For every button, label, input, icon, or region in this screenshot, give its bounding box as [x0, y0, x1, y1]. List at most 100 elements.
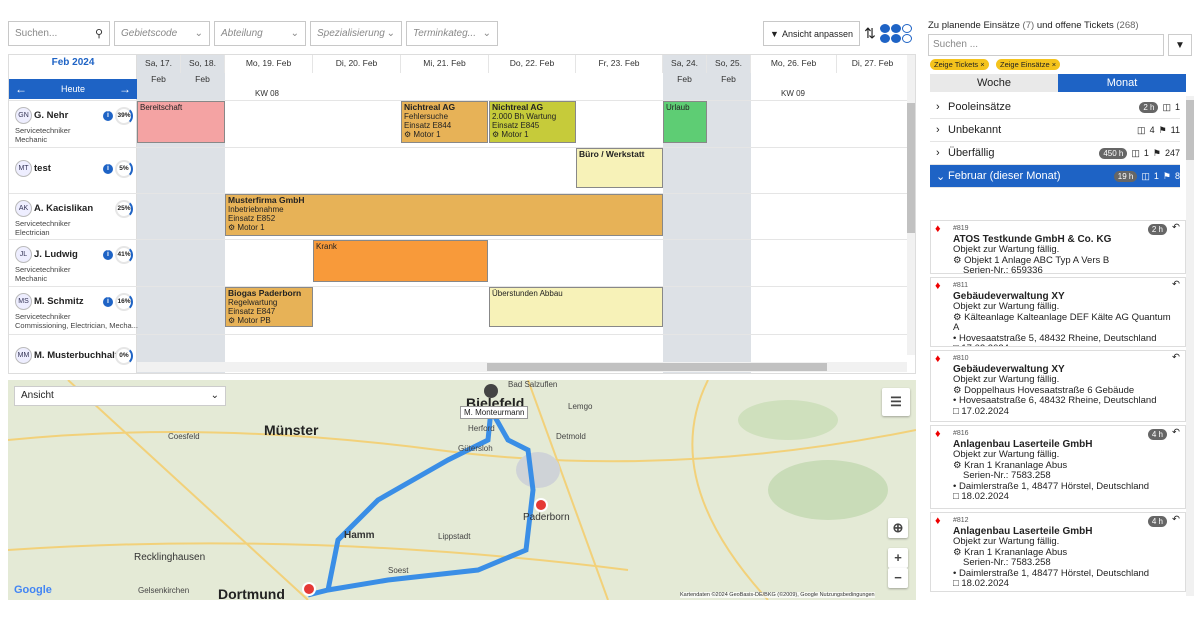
event-bereitschaft[interactable]: Bereitschaft: [137, 101, 225, 143]
event-buero[interactable]: Büro / Werkstatt: [576, 148, 663, 188]
employee-info[interactable]: JL J. Ludwig Servicetechniker Mechanic: [15, 246, 78, 283]
info-icon[interactable]: i: [103, 164, 113, 174]
specialization-label: Spezialisierung: [317, 28, 385, 39]
map-view[interactable]: Ansicht ⌄ Münster Bielefeld Dortmund Hamm…: [8, 380, 916, 600]
employee-info[interactable]: GN G. Nehr Servicetechniker Mechanic: [15, 107, 70, 144]
event-title: Überstunden Abbau: [492, 289, 563, 298]
technician-marker-icon[interactable]: [484, 384, 498, 398]
panel-scrollbar[interactable]: [1186, 96, 1194, 596]
undo-icon[interactable]: ↶: [1172, 514, 1180, 526]
info-icon[interactable]: i: [103, 111, 113, 121]
filter-icon[interactable]: ▼: [1168, 34, 1192, 56]
section-header[interactable]: ⌄ Februar (dieser Monat) 19 h ◫ 1 ⚑ 8: [930, 165, 1180, 188]
ticket-address-label: Daimlerstraße 1, 48477 Hörstel, Deutschl…: [958, 567, 1150, 579]
employee-role: Servicetechniker: [15, 126, 71, 135]
event-biogas[interactable]: Biogas Paderborn Regelwartung Einsatz E847…: [225, 287, 313, 327]
avatar: JL: [15, 246, 32, 263]
gear-icon: ⚙: [228, 223, 236, 232]
location-pin-icon[interactable]: [302, 582, 316, 596]
employee-info[interactable]: MT test: [15, 160, 51, 179]
locate-icon[interactable]: ⊕: [888, 518, 908, 538]
avatar: AK: [15, 200, 32, 217]
utilization-indicator: 25%: [115, 200, 133, 218]
event-title: Nichtreal AG: [404, 102, 456, 112]
view-customize-button[interactable]: ▼ Ansicht anpassen: [763, 21, 860, 46]
employee-name: J. Ludwig: [34, 249, 78, 260]
day-header: Mo, 26. Feb: [751, 55, 837, 73]
event-line: Einsatz E852: [228, 214, 276, 223]
section-header[interactable]: › Pooleinsätze 2 h ◫ 1: [930, 96, 1180, 119]
undo-icon[interactable]: ↶: [1172, 222, 1180, 234]
section-label: Pooleinsätze: [948, 101, 1011, 113]
section-stats: 450 h ◫ 1 ⚑ 247: [1099, 147, 1180, 159]
ticket-count: 247: [1164, 148, 1180, 158]
vertical-scrollbar[interactable]: [907, 55, 915, 355]
event-title: Nichtreal AG: [492, 102, 544, 112]
ticket-card[interactable]: ♦ #812 4 h ↶ Anlagenbau Laserteile GmbH Objek…: [930, 512, 1186, 592]
employee-skills: Mechanic: [15, 274, 48, 283]
event-line: Einsatz E844: [404, 121, 452, 130]
ticket-date: □ 17.02.2024: [953, 343, 1179, 346]
department-select[interactable]: Abteilung ⌄: [214, 21, 306, 46]
info-icon[interactable]: i: [103, 297, 113, 307]
day-header: Di, 27. Feb: [837, 55, 909, 73]
chevron-down-icon: ⌄: [290, 28, 299, 39]
ticket-card[interactable]: ♦ #816 4 h ↶ Anlagenbau Laserteile GmbH Objek…: [930, 425, 1186, 509]
event-krank[interactable]: Krank: [313, 240, 488, 282]
ticket-count: 11: [1170, 125, 1180, 135]
utilization-indicator: 16%: [115, 293, 133, 311]
avatar: MM: [15, 347, 32, 364]
chip-show-assignments[interactable]: Zeige Einsätze ×: [996, 59, 1061, 70]
panel-search-input[interactable]: Suchen ...: [928, 34, 1164, 56]
arrow-right-icon[interactable]: →: [119, 82, 131, 96]
density-icon[interactable]: [880, 23, 916, 44]
ticket-icon: ⚑: [1152, 147, 1161, 158]
ticket-card[interactable]: ♦ #810 ↶ Gebäudeverwaltung XY Objekt zur War…: [930, 350, 1186, 422]
horizontal-scrollbar[interactable]: [137, 362, 907, 372]
employee-info[interactable]: MM M. Musterbuchhalter: [15, 347, 127, 366]
event-urlaub[interactable]: Urlaub: [663, 101, 707, 143]
employee-role: Servicetechniker: [15, 219, 71, 228]
map-view-select[interactable]: Ansicht ⌄: [14, 386, 226, 406]
event-musterfirma[interactable]: Musterfirma GmbH Inbetriebnahme Einsatz E8…: [225, 194, 663, 236]
undo-icon[interactable]: ↶: [1172, 427, 1180, 439]
employee-skills: Commissioning, Electrician, Mecha...: [15, 321, 138, 330]
ticket-card[interactable]: ♦ #811 ↶ Gebäudeverwaltung XY Objekt zur War…: [930, 277, 1186, 347]
chevron-down-icon: ⌄: [210, 390, 219, 401]
section-header[interactable]: › Unbekannt ◫ 4 ⚑ 11: [930, 119, 1180, 142]
hours-pill: 2 h: [1147, 224, 1167, 235]
section-header[interactable]: › Überfällig 450 h ◫ 1 ⚑ 247: [930, 142, 1180, 165]
info-icon[interactable]: i: [103, 250, 113, 260]
gear-icon: ⚙: [404, 130, 412, 139]
undo-icon[interactable]: ↶: [1172, 279, 1180, 291]
today-button[interactable]: Heute: [61, 84, 85, 94]
gear-icon: ⚙: [228, 316, 236, 325]
zoom-in-button[interactable]: +: [888, 548, 908, 568]
utilization-indicator: 39%: [115, 107, 133, 125]
map-attribution: Kartendaten ©2024 GeoBasis-DE/BKG (©2009…: [680, 592, 875, 598]
chip-show-tickets[interactable]: Zeige Tickets ×: [930, 59, 989, 70]
specialization-select[interactable]: Spezialisierung ⌄: [310, 21, 402, 46]
employee-info[interactable]: AK A. Kacislikan Servicetechniker Electrici…: [15, 200, 93, 237]
category-select[interactable]: Terminkateg... ⌄: [406, 21, 498, 46]
region-select[interactable]: Gebietscode ⌄: [114, 21, 210, 46]
event-nichtreal-1[interactable]: Nichtreal AG Fehlersuche Einsatz E844 ⚙ Mot…: [401, 101, 488, 143]
ticket-tag-icon: ♦: [935, 280, 941, 292]
search-input[interactable]: Suchen... ⚲: [8, 21, 110, 46]
event-ueberstunden[interactable]: Überstunden Abbau: [489, 287, 663, 327]
tab-week[interactable]: Woche: [930, 74, 1058, 92]
gear-icon: ⚙: [492, 130, 500, 139]
day-header: Sa, 24. Feb: [663, 55, 707, 84]
event-nichtreal-2[interactable]: Nichtreal AG 2.000 Bh Wartung Einsatz E845…: [489, 101, 576, 143]
zoom-out-button[interactable]: −: [888, 568, 908, 588]
briefcase-icon: ◫: [1141, 170, 1150, 181]
sort-icon[interactable]: ⇅: [864, 25, 876, 42]
undo-icon[interactable]: ↶: [1172, 352, 1180, 364]
tab-month[interactable]: Monat: [1058, 74, 1186, 92]
arrow-left-icon[interactable]: ←: [15, 82, 27, 96]
location-pin-icon[interactable]: [534, 498, 548, 512]
hours-pill: 450 h: [1099, 147, 1128, 159]
layers-icon[interactable]: ☰: [882, 388, 910, 416]
event-title: Biogas Paderborn: [228, 288, 302, 298]
ticket-card[interactable]: ♦ #819 2 h ↶ ATOS Testkunde GmbH & Co. KG Obj…: [930, 220, 1186, 274]
